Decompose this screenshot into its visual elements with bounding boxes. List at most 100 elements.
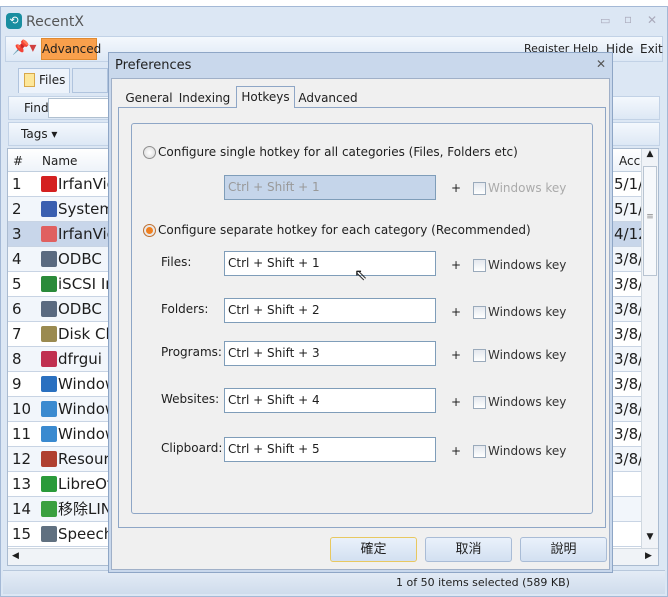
category-label: Folders: xyxy=(161,302,209,316)
row-number: 5 xyxy=(12,275,22,293)
hotkey-field[interactable]: Ctrl + Shift + 2 xyxy=(224,298,436,323)
exit-link[interactable]: Exit xyxy=(640,42,663,56)
row-access-date: 3/8/ xyxy=(614,375,644,393)
tab-folders[interactable] xyxy=(72,68,108,93)
program-icon xyxy=(41,501,57,517)
row-number: 10 xyxy=(12,400,32,418)
program-icon xyxy=(41,276,57,292)
header-num[interactable]: # xyxy=(13,154,23,168)
plus-sign: + xyxy=(451,444,462,458)
close-button[interactable]: ✕ xyxy=(647,13,657,27)
single-hotkey-label[interactable]: Configure single hotkey for all categori… xyxy=(158,145,518,159)
hotkey-field[interactable]: Ctrl + Shift + 5 xyxy=(224,437,436,462)
row-access-date: 3/8/ xyxy=(614,350,644,368)
dialog-title: Preferences xyxy=(115,58,192,73)
row-number: 6 xyxy=(12,300,22,318)
scroll-up-icon[interactable]: ▲ xyxy=(642,149,658,166)
windows-key-label[interactable]: Windows key xyxy=(488,395,566,409)
maximize-button[interactable]: ▫ xyxy=(624,12,632,26)
row-number: 11 xyxy=(12,425,32,443)
separate-hotkey-radio[interactable] xyxy=(143,224,156,237)
category-label: Programs: xyxy=(161,345,222,359)
single-hotkey-field: Ctrl + Shift + 1 xyxy=(224,175,436,200)
pin-icon[interactable]: 📌▾ xyxy=(12,40,36,56)
row-access-date: 3/8/ xyxy=(614,425,644,443)
row-number: 15 xyxy=(12,525,32,543)
row-name: dfrgui xyxy=(58,350,102,368)
row-name: iSCSI In xyxy=(58,275,115,293)
separate-hotkey-label[interactable]: Configure separate hotkey for each categ… xyxy=(158,223,531,237)
dialog-tab-advanced[interactable]: Advanced xyxy=(296,90,360,108)
scroll-thumb[interactable]: ≡ xyxy=(643,166,657,276)
plus-sign: + xyxy=(451,395,462,409)
program-icon xyxy=(41,526,57,542)
vertical-scrollbar[interactable]: ▲ ≡ ▼ xyxy=(641,149,658,549)
row-number: 13 xyxy=(12,475,32,493)
single-windows-key-label: Windows key xyxy=(488,181,567,195)
program-icon xyxy=(41,451,57,467)
single-hotkey-radio[interactable] xyxy=(143,146,156,159)
windows-key-label[interactable]: Windows key xyxy=(488,258,566,272)
category-label: Websites: xyxy=(161,392,220,406)
windows-key-checkbox[interactable] xyxy=(473,445,486,458)
tags-dropdown[interactable]: Tags ▾ xyxy=(21,127,57,141)
single-windows-key-checkbox xyxy=(473,182,486,195)
scroll-down-icon[interactable]: ▼ xyxy=(642,532,658,542)
row-name: Speech xyxy=(58,525,114,543)
dialog-tab-indexing[interactable]: Indexing xyxy=(177,90,232,108)
header-name[interactable]: Name xyxy=(42,154,77,168)
windows-key-label[interactable]: Windows key xyxy=(488,305,566,319)
row-number: 2 xyxy=(12,200,22,218)
row-name: 移除LIN xyxy=(58,500,113,518)
hotkey-field[interactable]: Ctrl + Shift + 4 xyxy=(224,388,436,413)
program-icon xyxy=(41,376,57,392)
program-icon xyxy=(41,201,57,217)
app-icon: ⟲ xyxy=(6,13,22,29)
plus-sign: + xyxy=(451,258,462,272)
help-button[interactable]: 說明 xyxy=(520,537,607,562)
program-icon xyxy=(41,476,57,492)
windows-key-checkbox[interactable] xyxy=(473,259,486,272)
windows-key-checkbox[interactable] xyxy=(473,306,486,319)
row-access-date: 5/1/ xyxy=(614,175,644,193)
hotkey-field[interactable]: Ctrl + Shift + 3 xyxy=(224,341,436,366)
program-icon xyxy=(41,251,57,267)
tab-files[interactable]: Files xyxy=(18,68,70,93)
category-label: Files: xyxy=(161,255,192,269)
scroll-right-icon[interactable]: ▶ xyxy=(645,551,652,561)
windows-key-label[interactable]: Windows key xyxy=(488,348,566,362)
dialog-tab-general[interactable]: General xyxy=(120,90,178,108)
advanced-button[interactable]: Advanced xyxy=(41,38,101,60)
scroll-left-icon[interactable]: ◀ xyxy=(12,551,19,561)
program-icon xyxy=(41,301,57,317)
row-access-date: 3/8/ xyxy=(614,325,644,343)
category-label: Clipboard: xyxy=(161,441,223,455)
program-icon xyxy=(41,226,57,242)
row-access-date: 3/8/ xyxy=(614,250,644,268)
windows-key-label[interactable]: Windows key xyxy=(488,444,566,458)
windows-key-checkbox[interactable] xyxy=(473,349,486,362)
row-access-date: 5/1/ xyxy=(614,200,644,218)
ok-button[interactable]: 確定 xyxy=(330,537,417,562)
plus-sign: + xyxy=(451,305,462,319)
row-number: 14 xyxy=(12,500,32,518)
program-icon xyxy=(41,176,57,192)
row-access-date: 3/8/ xyxy=(614,450,644,468)
row-number: 1 xyxy=(12,175,22,193)
dialog-tab-hotkeys[interactable]: Hotkeys xyxy=(236,86,295,108)
dialog-close-button[interactable]: ✕ xyxy=(596,57,606,71)
find-input[interactable] xyxy=(48,98,110,118)
status-text: 1 of 50 items selected (589 KB) xyxy=(396,576,570,589)
plus-sign: + xyxy=(451,181,462,195)
cancel-button[interactable]: 取消 xyxy=(425,537,512,562)
tab-files-label: Files xyxy=(39,73,66,87)
app-title: RecentX xyxy=(26,14,84,30)
program-icon xyxy=(41,351,57,367)
row-access-date: 3/8/ xyxy=(614,400,644,418)
windows-key-checkbox[interactable] xyxy=(473,396,486,409)
row-number: 8 xyxy=(12,350,22,368)
row-number: 7 xyxy=(12,325,22,343)
minimize-button[interactable]: ▭ xyxy=(600,14,610,27)
hotkey-field[interactable]: Ctrl + Shift + 1 xyxy=(224,251,436,276)
mouse-cursor-icon: ⇖ xyxy=(354,265,368,284)
